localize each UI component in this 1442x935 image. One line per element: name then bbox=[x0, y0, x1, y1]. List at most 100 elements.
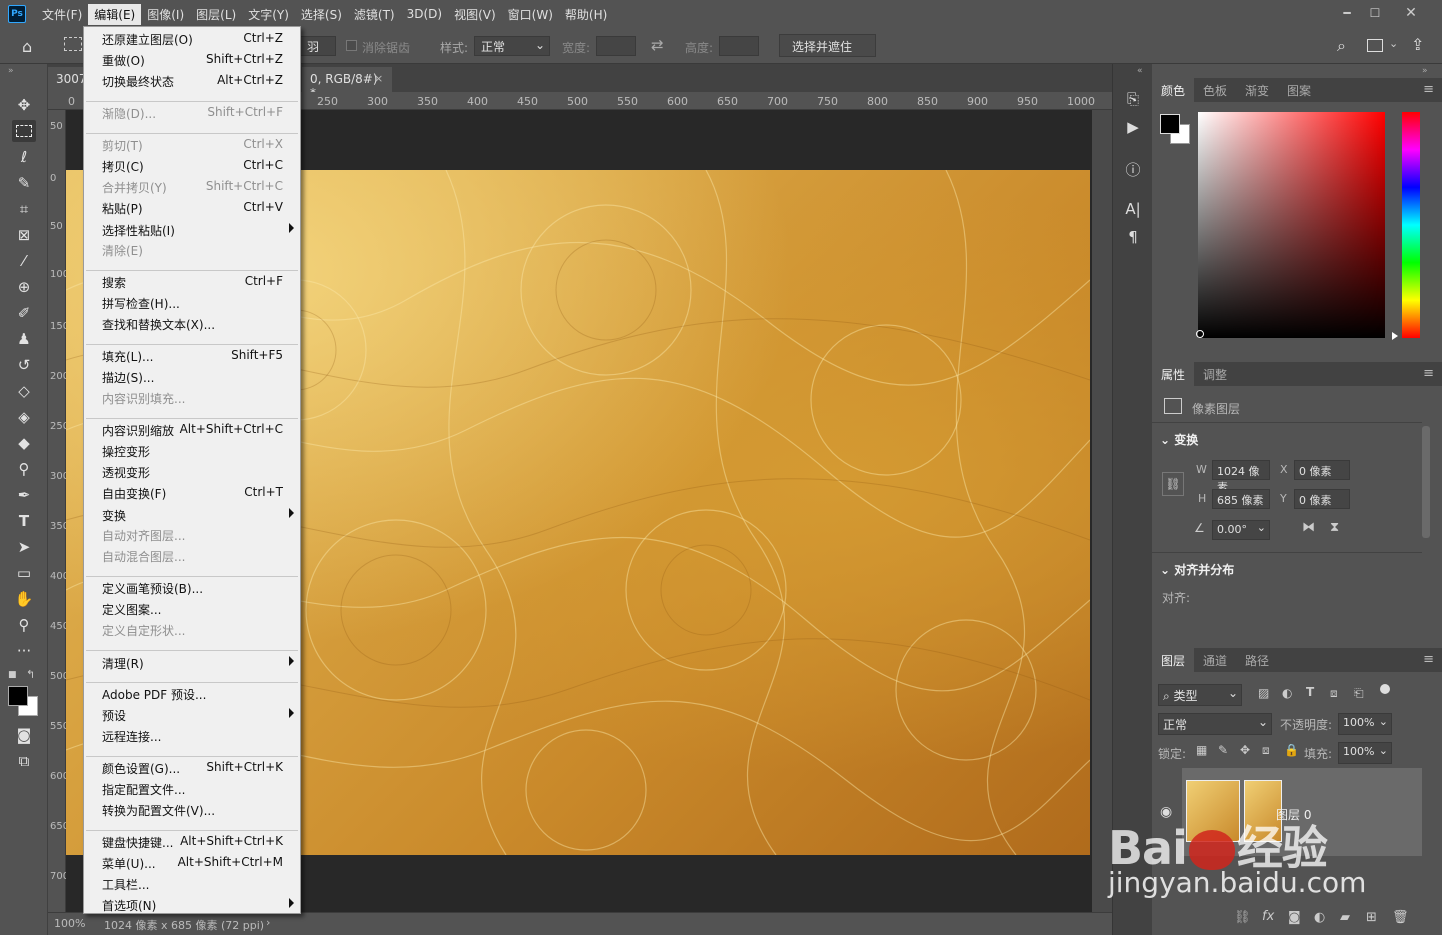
minimize-icon[interactable]: ━ bbox=[1334, 4, 1360, 22]
menu-view[interactable]: 视图(V) bbox=[448, 4, 502, 25]
edit-menu-item[interactable]: 拷贝(C) Ctrl+C bbox=[84, 155, 300, 175]
lock-transparent-icon[interactable]: ▦ bbox=[1196, 743, 1207, 757]
edit-menu-item[interactable]: 指定配置文件... bbox=[84, 778, 300, 798]
edit-menu-item[interactable]: 变换 bbox=[84, 504, 300, 524]
height-input[interactable] bbox=[719, 36, 759, 56]
collapse-toolbox-icon[interactable]: » bbox=[8, 66, 14, 76]
expand-panels-icon[interactable]: » bbox=[1422, 66, 1428, 76]
quick-select-tool-icon[interactable]: ✎ bbox=[12, 172, 36, 194]
tab-properties[interactable]: 属性 bbox=[1152, 362, 1195, 386]
fill-field[interactable]: 100% ⌄ bbox=[1338, 742, 1392, 764]
angle-field[interactable]: 0.00° ⌄ bbox=[1212, 520, 1270, 540]
align-section-toggle[interactable]: ⌄ 对齐并分布 bbox=[1160, 561, 1234, 578]
history-brush-tool-icon[interactable]: ↺ bbox=[12, 354, 36, 376]
eraser-tool-icon[interactable]: ◇ bbox=[12, 380, 36, 402]
edit-menu-item[interactable]: 远程连接... bbox=[84, 725, 300, 745]
hue-handle-icon[interactable] bbox=[1392, 332, 1398, 340]
edit-menu-item[interactable]: 自由变换(F) Ctrl+T bbox=[84, 482, 300, 502]
hue-slider[interactable] bbox=[1402, 112, 1420, 338]
y-field[interactable]: 0 像素 bbox=[1294, 489, 1350, 509]
collapse-panels-icon[interactable]: « bbox=[1137, 66, 1143, 76]
trash-icon[interactable]: 🗑 bbox=[1392, 910, 1409, 925]
zoom-level[interactable]: 100% bbox=[54, 917, 85, 930]
edit-menu-item[interactable]: 定义图案... bbox=[84, 598, 300, 618]
tab-channels[interactable]: 通道 bbox=[1194, 648, 1236, 672]
edit-menu-item[interactable]: 透视变形 bbox=[84, 461, 300, 481]
layer-filter-select[interactable]: ⌕ 类型 ⌄ bbox=[1158, 684, 1242, 706]
tab-swatches[interactable]: 色板 bbox=[1194, 78, 1236, 102]
stamp-tool-icon[interactable]: ♟ bbox=[12, 328, 36, 350]
filter-pixel-icon[interactable]: ▨ bbox=[1258, 686, 1269, 700]
edit-menu-item[interactable]: 还原建立图层(O) Ctrl+Z bbox=[84, 28, 300, 48]
edit-menu-item[interactable]: 切换最终状态 Alt+Ctrl+Z bbox=[84, 70, 300, 90]
zoom-tool-icon[interactable]: ⚲ bbox=[12, 614, 36, 636]
lock-pixels-icon[interactable]: ✎ bbox=[1218, 743, 1228, 757]
height-field[interactable]: 685 像素 bbox=[1212, 489, 1270, 509]
swap-icon[interactable]: ⇄ bbox=[651, 36, 664, 54]
edit-menu-item[interactable]: 首选项(N) bbox=[84, 894, 300, 914]
transform-section-toggle[interactable]: ⌄ 变换 bbox=[1160, 431, 1198, 448]
tab-adjustments[interactable]: 调整 bbox=[1194, 362, 1236, 386]
menu-window[interactable]: 窗口(W) bbox=[502, 4, 559, 25]
menu-select[interactable]: 选择(S) bbox=[295, 4, 348, 25]
close-tab-icon[interactable]: × bbox=[374, 72, 383, 85]
folder-icon[interactable]: ▰ bbox=[1340, 910, 1350, 925]
quick-mask-icon[interactable]: ◙ bbox=[12, 724, 36, 746]
lock-artboard-icon[interactable]: ⧈ bbox=[1262, 743, 1270, 758]
tab-color[interactable]: 颜色 bbox=[1152, 78, 1195, 102]
brush-tool-icon[interactable]: ✐ bbox=[12, 302, 36, 324]
edit-menu-item[interactable]: 填充(L)... Shift+F5 bbox=[84, 345, 300, 365]
blur-tool-icon[interactable]: ◆ bbox=[12, 432, 36, 454]
edit-menu-item[interactable]: 操控变形 bbox=[84, 440, 300, 460]
maximize-icon[interactable]: ☐ bbox=[1362, 4, 1388, 22]
edit-menu-item[interactable]: 菜单(U)... Alt+Shift+Ctrl+M bbox=[84, 852, 300, 872]
lock-all-icon[interactable]: 🔒 bbox=[1284, 743, 1299, 757]
edit-menu-item[interactable]: 拼写检查(H)... bbox=[84, 292, 300, 312]
x-field[interactable]: 0 像素 bbox=[1294, 460, 1350, 480]
edit-menu-item[interactable]: 清理(R) bbox=[84, 652, 300, 672]
antialias-checkbox[interactable] bbox=[346, 40, 357, 51]
width-input[interactable] bbox=[596, 36, 636, 56]
eyedropper-tool-icon[interactable]: ⁄ bbox=[12, 250, 36, 272]
filter-adjustment-icon[interactable]: ◐ bbox=[1282, 686, 1292, 700]
healing-brush-tool-icon[interactable]: ⊕ bbox=[12, 276, 36, 298]
tab-layers[interactable]: 图层 bbox=[1152, 648, 1195, 672]
edit-menu-item[interactable]: 粘贴(P) Ctrl+V bbox=[84, 197, 300, 217]
search-icon[interactable]: ⌕ bbox=[1337, 36, 1346, 56]
tab-patterns[interactable]: 图案 bbox=[1278, 78, 1320, 102]
marquee-option-icon[interactable] bbox=[64, 37, 82, 51]
frame-tool-icon[interactable]: ⊠ bbox=[12, 224, 36, 246]
edit-menu-item[interactable]: Adobe PDF 预设... bbox=[84, 683, 300, 703]
edit-menu-item[interactable]: 内容识别缩放 Alt+Shift+Ctrl+C bbox=[84, 419, 300, 439]
edit-menu-item[interactable]: 工具栏... bbox=[84, 873, 300, 893]
crop-tool-icon[interactable]: ⌗ bbox=[12, 198, 36, 220]
close-window-icon[interactable]: ✕ bbox=[1398, 4, 1424, 22]
tab-gradients[interactable]: 渐变 bbox=[1236, 78, 1278, 102]
opacity-field[interactable]: 100% ⌄ bbox=[1338, 713, 1392, 735]
filter-shape-icon[interactable]: ⧈ bbox=[1330, 686, 1338, 701]
default-colors-icon[interactable]: ■ bbox=[8, 670, 17, 680]
edit-menu-item[interactable]: 查找和替换文本(X)... bbox=[84, 313, 300, 333]
edit-menu-item[interactable]: 预设 bbox=[84, 704, 300, 724]
menu-help[interactable]: 帮助(H) bbox=[559, 4, 613, 25]
width-field[interactable]: 1024 像素 bbox=[1212, 460, 1270, 494]
menu-file[interactable]: 文件(F) bbox=[36, 4, 88, 25]
new-layer-icon[interactable]: ⊞ bbox=[1366, 910, 1377, 925]
edit-menu-item[interactable]: 搜索 Ctrl+F bbox=[84, 271, 300, 291]
fg-color-swatch[interactable] bbox=[1160, 114, 1180, 134]
feather-input[interactable]: 羽 bbox=[300, 36, 336, 56]
filter-smart-object-icon[interactable]: ⎗ bbox=[1354, 686, 1364, 701]
color-field[interactable] bbox=[1198, 112, 1385, 338]
workspace-icon[interactable] bbox=[1367, 39, 1383, 52]
adjustment-layer-icon[interactable]: ◐ bbox=[1314, 910, 1325, 925]
select-and-mask-button[interactable]: 选择并遮住 ... bbox=[779, 34, 876, 69]
panel-menu-icon[interactable]: ≡ bbox=[1423, 652, 1434, 667]
color-picker-handle[interactable] bbox=[1196, 330, 1204, 338]
link-icon[interactable]: ⛓ bbox=[1162, 472, 1184, 496]
link-layers-icon[interactable]: ⛓ bbox=[1234, 910, 1251, 925]
menu-layer[interactable]: 图层(L) bbox=[190, 4, 242, 25]
edit-menu-item[interactable]: 键盘快捷键... Alt+Shift+Ctrl+K bbox=[84, 831, 300, 851]
path-select-tool-icon[interactable]: ➤ bbox=[12, 536, 36, 558]
screen-mode-icon[interactable]: ⧉ bbox=[12, 750, 36, 772]
share-icon[interactable]: ⇪ bbox=[1411, 35, 1424, 54]
